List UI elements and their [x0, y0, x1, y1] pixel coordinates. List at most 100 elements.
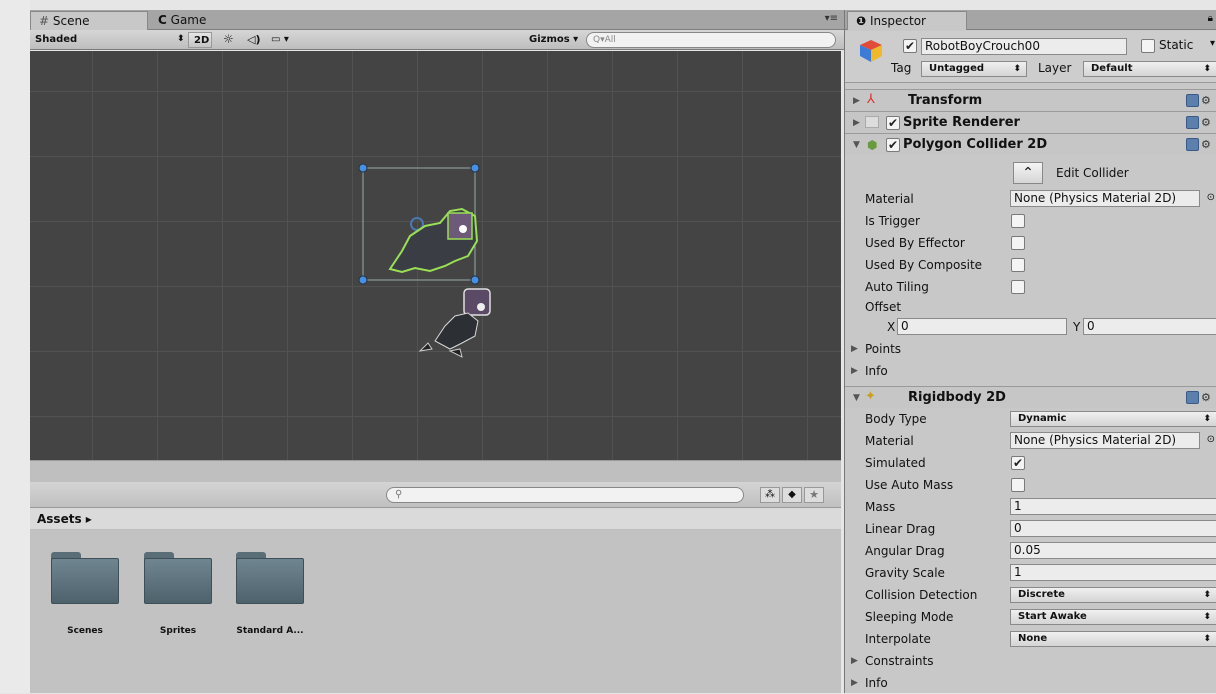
search-magnifier-icon: ⚲: [395, 489, 403, 500]
foldout-arrow-icon[interactable]: ▶: [851, 360, 858, 382]
rect-handle-br[interactable]: [470, 275, 480, 285]
points-row[interactable]: ▶ Points: [845, 338, 1216, 360]
rect-handle-tr[interactable]: [470, 163, 480, 173]
constraints-row[interactable]: ▶ Constraints: [845, 650, 1216, 672]
tab-inspector[interactable]: ❶ Inspector: [847, 11, 967, 30]
sleeping-mode-value: Start Awake: [1018, 611, 1087, 622]
used-by-composite-checkbox[interactable]: [1011, 258, 1025, 272]
auto-tiling-checkbox[interactable]: [1011, 280, 1025, 294]
foldout-arrow-icon[interactable]: ▶: [851, 650, 858, 672]
folder-standard-assets[interactable]: Standard A...: [235, 552, 305, 636]
tag-dropdown[interactable]: Untagged ⬍: [921, 61, 1027, 77]
robot-crouch-sprite-selected[interactable]: [388, 207, 479, 274]
shading-mode-dropdown[interactable]: Shaded: [30, 32, 190, 48]
scene-viewport[interactable]: [30, 51, 841, 460]
scene-grid-icon: #: [39, 14, 50, 28]
collider-info-label: Info: [865, 364, 888, 378]
project-toolbar: ⚲ ⁂ ◆ ★: [30, 482, 841, 508]
gear-icon[interactable]: ⚙: [1201, 94, 1215, 108]
gravity-scale-value: 1: [1014, 565, 1022, 579]
edit-collider-button[interactable]: ⌃: [1013, 162, 1043, 184]
offset-x-value: 0: [901, 319, 909, 333]
tab-scene[interactable]: # Scene: [30, 11, 148, 30]
offset-y-field[interactable]: 0: [1083, 318, 1216, 335]
gravity-scale-field[interactable]: 1: [1010, 564, 1216, 581]
audio-speaker-icon[interactable]: ◁): [242, 32, 264, 48]
breadcrumb-assets[interactable]: Assets ▸: [37, 512, 92, 526]
simulated-checkbox[interactable]: ✔: [1011, 456, 1025, 470]
gear-icon[interactable]: ⚙: [1201, 138, 1215, 152]
help-book-icon[interactable]: [1186, 94, 1199, 107]
angular-drag-field[interactable]: 0.05: [1010, 542, 1216, 559]
panel-menu-icon[interactable]: ▾≡: [825, 13, 838, 24]
offset-y-label: Y: [1073, 320, 1081, 334]
sprite-renderer-title: Sprite Renderer: [903, 115, 1020, 130]
help-book-icon[interactable]: [1186, 138, 1199, 151]
object-picker-icon[interactable]: ⊙: [1207, 192, 1215, 203]
rigidbody-component[interactable]: ▼ ✦ Rigidbody 2D ⚙: [845, 386, 1216, 408]
sprite-renderer-component[interactable]: ▶ ✔ Sprite Renderer ⚙: [845, 111, 1216, 133]
rb-material-field[interactable]: None (Physics Material 2D): [1010, 432, 1200, 449]
used-by-effector-label: Used By Effector: [865, 236, 965, 250]
layer-dropdown[interactable]: Default ⬍: [1083, 61, 1216, 77]
scene-canvas[interactable]: [30, 51, 841, 460]
mass-field[interactable]: 1: [1010, 498, 1216, 515]
foldout-arrow-icon[interactable]: ▶: [853, 112, 860, 134]
polygon-collider-component[interactable]: ▼ ⬢ ✔ Polygon Collider 2D ⚙: [845, 133, 1216, 155]
lighting-sun-icon[interactable]: ☼: [218, 32, 240, 48]
rigidbody-icon: ✦: [865, 389, 876, 404]
rect-handle-tl[interactable]: [358, 163, 368, 173]
body-type-dropdown[interactable]: Dynamic ⬍: [1010, 411, 1216, 427]
breadcrumb[interactable]: Assets ▸: [30, 508, 841, 530]
rb-info-row[interactable]: ▶ Info: [845, 672, 1216, 694]
gear-icon[interactable]: ⚙: [1201, 391, 1215, 405]
is-trigger-checkbox[interactable]: [1011, 214, 1025, 228]
project-search-input[interactable]: ⚲: [386, 487, 744, 503]
favorites-star-icon[interactable]: ★: [804, 487, 824, 503]
foldout-arrow-icon[interactable]: ▶: [851, 672, 858, 694]
scene-search-input[interactable]: Q▾All: [586, 32, 836, 48]
help-book-icon[interactable]: [1186, 391, 1199, 404]
folder-sprites[interactable]: Sprites: [143, 552, 213, 636]
rect-handle-bl[interactable]: [358, 275, 368, 285]
effects-image-icon[interactable]: ▭ ▾: [266, 32, 306, 48]
transform-component[interactable]: ▶ ⅄ Transform ⚙: [845, 89, 1216, 111]
folder-scenes[interactable]: Scenes: [50, 552, 120, 636]
offset-x-field[interactable]: 0: [897, 318, 1067, 335]
gear-icon[interactable]: ⚙: [1201, 116, 1215, 130]
filter-by-label-icon[interactable]: ◆: [782, 487, 802, 503]
interpolate-dropdown[interactable]: None ⬍: [1010, 631, 1216, 647]
use-auto-mass-checkbox[interactable]: [1011, 478, 1025, 492]
robot-sprite[interactable]: [418, 288, 491, 358]
filter-by-type-icon[interactable]: ⁂: [760, 487, 780, 503]
sprite-renderer-enabled-checkbox[interactable]: ✔: [886, 116, 900, 130]
foldout-arrow-icon[interactable]: ▼: [853, 134, 860, 156]
active-checkbox[interactable]: ✔: [903, 39, 917, 53]
object-name-field[interactable]: RobotBoyCrouch00: [921, 38, 1127, 55]
edit-collider-row: ⌃ Edit Collider: [845, 160, 1216, 186]
collider-enabled-checkbox[interactable]: ✔: [886, 138, 900, 152]
collision-detection-dropdown[interactable]: Discrete ⬍: [1010, 587, 1216, 603]
scene-horizontal-scrollbar[interactable]: [30, 460, 841, 482]
foldout-arrow-icon[interactable]: ▼: [853, 387, 860, 409]
tab-game[interactable]: C Game: [150, 11, 270, 30]
object-picker-icon[interactable]: ⊙: [1207, 434, 1215, 445]
sleeping-mode-dropdown[interactable]: Start Awake ⬍: [1010, 609, 1216, 625]
2d-toggle-button[interactable]: 2D: [188, 32, 212, 48]
collider-info-row[interactable]: ▶ Info: [845, 360, 1216, 382]
linear-drag-field[interactable]: 0: [1010, 520, 1216, 537]
transform-axes-icon: ⅄: [867, 92, 875, 107]
interpolate-value: None: [1018, 633, 1048, 644]
static-dropdown-icon[interactable]: ▾: [1210, 38, 1215, 49]
gizmos-dropdown[interactable]: Gizmos ▾: [524, 32, 584, 48]
foldout-arrow-icon[interactable]: ▶: [851, 338, 858, 360]
info-icon: ❶: [856, 14, 867, 28]
used-by-effector-checkbox[interactable]: [1011, 236, 1025, 250]
help-book-icon[interactable]: [1186, 116, 1199, 129]
angular-drag-value: 0.05: [1014, 543, 1041, 557]
foldout-arrow-icon[interactable]: ▶: [853, 90, 860, 112]
collider-material-field[interactable]: None (Physics Material 2D): [1010, 190, 1200, 207]
tab-game-label: Game: [170, 13, 207, 27]
lock-icon[interactable]: 🔒︎: [1208, 13, 1213, 24]
static-checkbox[interactable]: [1141, 39, 1155, 53]
